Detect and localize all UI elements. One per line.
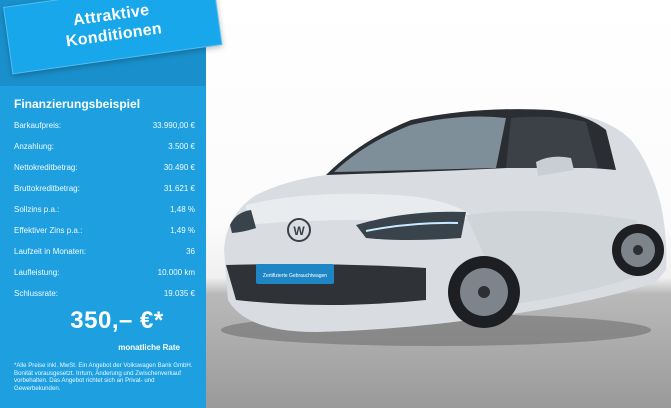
license-plate-text: Zertifizierte Gebrauchtwagen	[263, 273, 327, 279]
row-value: 36	[186, 247, 195, 256]
monthly-rate-label: monatliche Rate	[118, 343, 180, 352]
finance-row: Schlussrate: 19.035 €	[14, 283, 195, 304]
row-label: Schlussrate:	[14, 289, 59, 298]
row-value: 30.490 €	[163, 163, 195, 172]
row-label: Laufleistung:	[14, 268, 60, 277]
legal-footnote: *Alle Preise inkl. MwSt. Ein Angebot der…	[14, 362, 194, 392]
row-label: Bruttokreditbetrag:	[14, 184, 80, 193]
row-label: Barkaufpreis:	[14, 121, 62, 130]
row-value: 31.621 €	[163, 184, 195, 193]
finance-row: Laufzeit in Monaten: 36	[14, 241, 195, 262]
row-label: Sollzins p.a.:	[14, 205, 60, 214]
finance-row: Nettokreditbetrag: 30.490 €	[14, 157, 195, 178]
car-photo: W Zertifizierte Gebrauchtwagen	[206, 0, 671, 408]
finance-row: Anzahlung: 3.500 €	[14, 136, 195, 157]
finance-row: Laufleistung: 10.000 km	[14, 262, 195, 283]
row-value: 33.990,00 €	[152, 121, 195, 130]
finance-title: Finanzierungsbeispiel	[14, 97, 141, 111]
finance-row: Effektiver Zins p.a.: 1,49 %	[14, 220, 195, 241]
row-value: 10.000 km	[157, 268, 195, 277]
finance-row: Barkaufpreis: 33.990,00 €	[14, 115, 195, 136]
row-label: Nettokreditbetrag:	[14, 163, 78, 172]
row-value: 3.500 €	[168, 142, 195, 151]
row-value: 19.035 €	[163, 289, 195, 298]
finance-row: Sollzins p.a.: 1,48 %	[14, 199, 195, 220]
finance-panel: Attraktive Konditionen Finanzierungsbeis…	[0, 0, 223, 408]
row-label: Anzahlung:	[14, 142, 55, 151]
monthly-rate-value: 350,– €*	[70, 307, 164, 334]
car-image: W Zertifizierte Gebrauchtwagen	[221, 109, 667, 346]
svg-text:W: W	[293, 224, 305, 238]
row-value: 1,49 %	[170, 226, 195, 235]
row-label: Effektiver Zins p.a.:	[14, 226, 83, 235]
finance-rows: Barkaufpreis: 33.990,00 € Anzahlung: 3.500…	[14, 115, 195, 304]
finance-row: Bruttokreditbetrag: 31.621 €	[14, 178, 195, 199]
footnote-text: *Alle Preise inkl. MwSt. Ein Angebot der…	[14, 362, 193, 392]
row-label: Laufzeit in Monaten:	[14, 247, 87, 256]
row-value: 1,48 %	[170, 205, 195, 214]
